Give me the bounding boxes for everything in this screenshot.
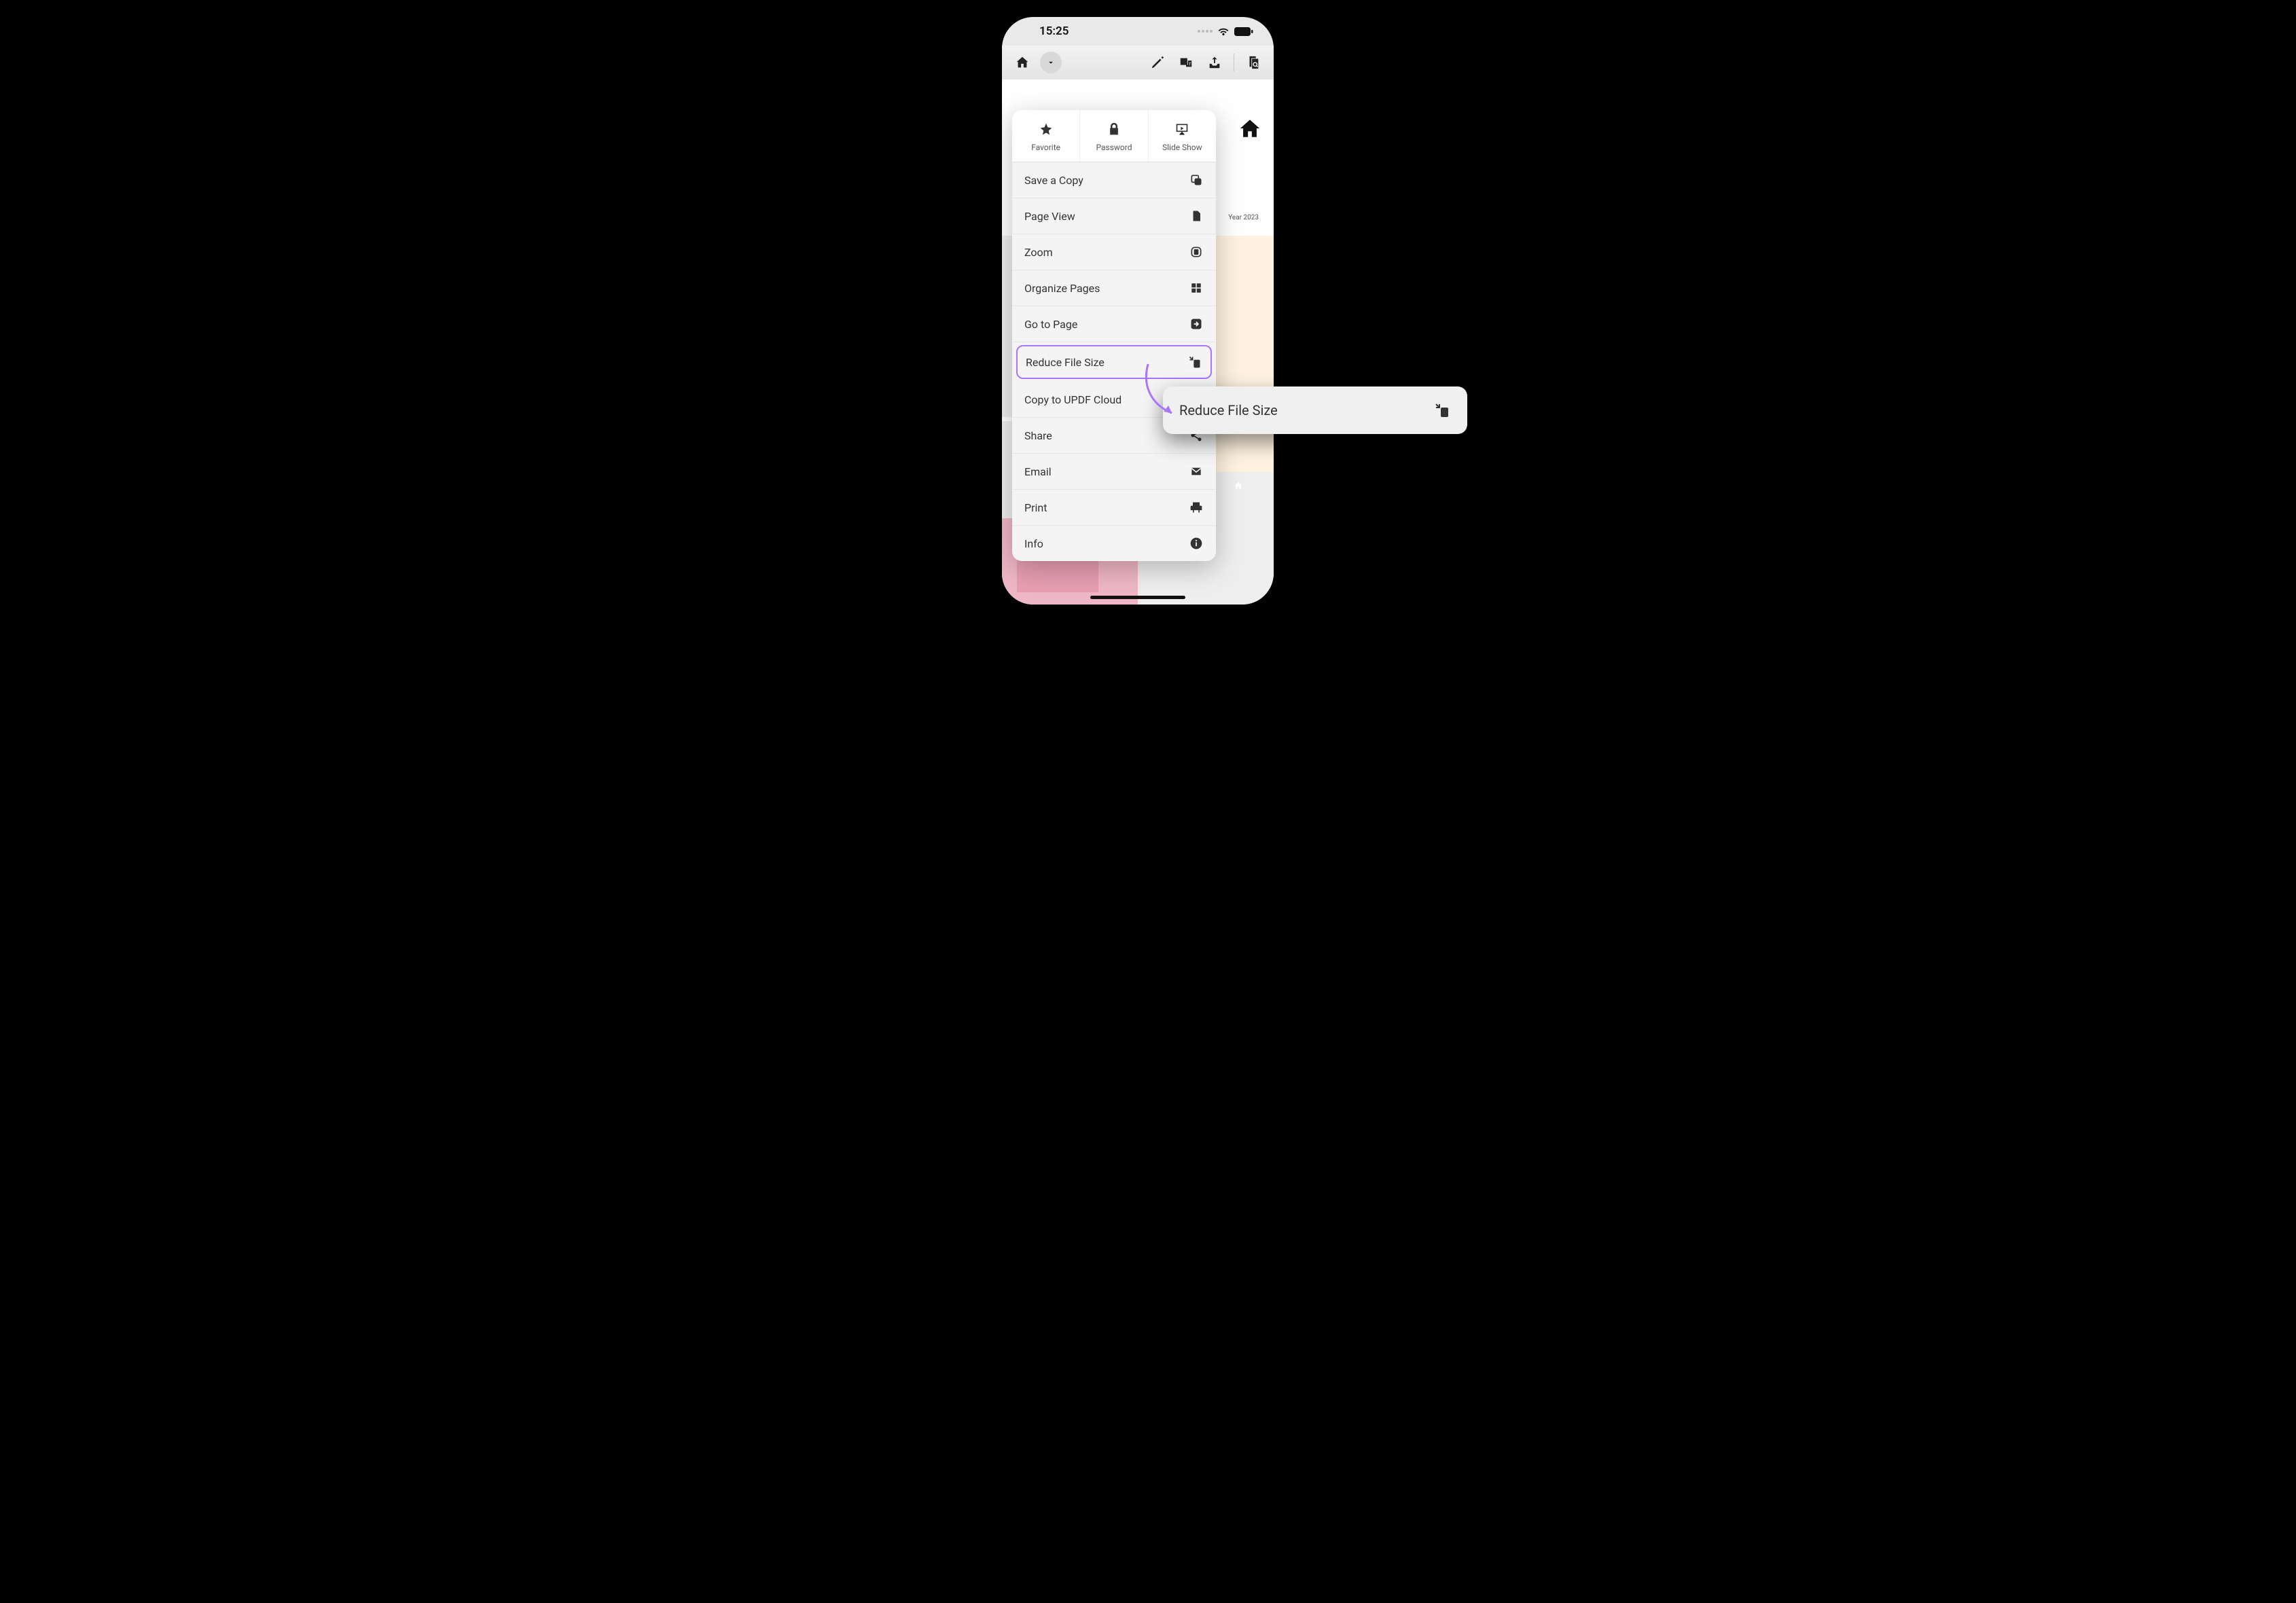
zoom-icon <box>1189 245 1204 259</box>
menu-label: Reduce File Size <box>1026 356 1105 369</box>
menu-reduce-file-size[interactable]: Reduce File Size <box>1016 345 1212 379</box>
menu-save-copy[interactable]: Save a Copy <box>1012 162 1216 198</box>
envelope-icon <box>1189 464 1204 479</box>
status-time: 15:25 <box>1039 24 1069 38</box>
slideshow-action[interactable]: Slide Show <box>1149 110 1216 162</box>
phone-frame: 15:25 <box>1002 17 1274 605</box>
grid-icon <box>1189 281 1204 295</box>
menu-go-to-page[interactable]: Go to Page <box>1012 306 1216 342</box>
arrow-right-box-icon <box>1189 317 1204 331</box>
cellular-dots-icon <box>1198 30 1213 33</box>
dropdown-toggle-button[interactable] <box>1040 52 1062 73</box>
home-button[interactable] <box>1011 52 1033 73</box>
menu-organize-pages[interactable]: Organize Pages <box>1012 270 1216 306</box>
menu-label: Zoom <box>1024 246 1053 259</box>
toolbar: T <box>1002 46 1274 80</box>
copy-icon <box>1189 173 1204 187</box>
star-icon <box>1039 122 1053 139</box>
menu-label: Email <box>1024 465 1052 478</box>
year-label: Year 2023 <box>1228 214 1259 221</box>
menu-page-view[interactable]: Page View <box>1012 198 1216 234</box>
callout-label: Reduce File Size <box>1179 402 1278 418</box>
lock-icon <box>1107 122 1121 139</box>
home-indicator[interactable] <box>1090 596 1185 599</box>
actions-dropdown: Favorite Password Slide Show <box>1012 110 1216 561</box>
menu-print[interactable]: Print <box>1012 490 1216 526</box>
printer-icon <box>1189 500 1204 515</box>
password-label: Password <box>1096 143 1132 152</box>
compress-file-icon <box>1433 401 1451 419</box>
compress-file-icon <box>1187 355 1202 370</box>
slideshow-label: Slide Show <box>1162 143 1202 152</box>
menu-label: Copy to UPDF Cloud <box>1024 393 1122 406</box>
menu-label: Info <box>1024 537 1043 550</box>
menu-label: Share <box>1024 429 1052 442</box>
menu-zoom[interactable]: Zoom <box>1012 234 1216 270</box>
password-action[interactable]: Password <box>1080 110 1148 162</box>
share-tray-button[interactable] <box>1204 52 1225 73</box>
text-image-button[interactable]: T <box>1175 52 1197 73</box>
favorite-label: Favorite <box>1031 143 1060 152</box>
search-pages-button[interactable] <box>1242 52 1264 73</box>
menu-email[interactable]: Email <box>1012 454 1216 490</box>
menu-label: Organize Pages <box>1024 282 1100 295</box>
callout-reduce-file-size: Reduce File Size <box>1163 386 1467 434</box>
wifi-icon <box>1217 27 1230 36</box>
home-small-icon <box>1234 480 1243 493</box>
menu-label: Page View <box>1024 210 1075 223</box>
favorite-action[interactable]: Favorite <box>1012 110 1080 162</box>
menu-label: Print <box>1024 501 1047 514</box>
home-large-icon[interactable] <box>1238 117 1261 143</box>
highlighter-button[interactable] <box>1147 52 1168 73</box>
page-icon <box>1189 209 1204 223</box>
info-icon <box>1189 536 1204 551</box>
menu-label: Save a Copy <box>1024 174 1083 187</box>
menu-label: Go to Page <box>1024 318 1077 331</box>
battery-icon <box>1234 27 1253 36</box>
status-bar: 15:25 <box>1002 17 1274 46</box>
presentation-icon <box>1174 122 1189 139</box>
menu-info[interactable]: Info <box>1012 526 1216 561</box>
